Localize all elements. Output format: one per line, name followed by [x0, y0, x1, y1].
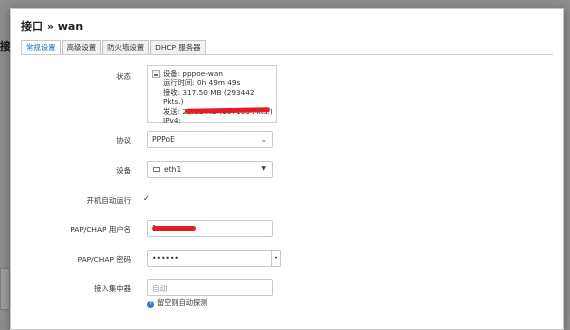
tab-advanced[interactable]: 高级设置 [61, 40, 102, 55]
reveal-password-button[interactable]: • [271, 250, 281, 267]
redaction-mark [152, 226, 196, 231]
chevron-down-icon: ⌄ [260, 135, 267, 144]
username-label: PAP/CHAP 用户名 [70, 225, 131, 234]
protocol-value: PPPoE [152, 135, 175, 144]
status-device: 设备: pppoe-wan [163, 69, 223, 78]
tab-bar: 常规设置 高级设置 防火墙设置 DHCP 服务器 [21, 40, 207, 55]
autostart-label: 开机自动运行 [86, 196, 131, 205]
password-value: •••••• [152, 254, 179, 263]
ethernet-port-icon [152, 70, 160, 78]
username-input[interactable]: 1 [147, 220, 273, 237]
concentrator-hint: ? 留空则自动探测 [147, 298, 207, 308]
concentrator-input[interactable]: 自动 [147, 279, 273, 296]
status-uptime: 运行时间: 0h 49m 49s [163, 78, 241, 88]
concentrator-label: 接入集中器 [94, 284, 131, 293]
caret-down-icon: ▼ [261, 165, 266, 172]
autostart-checkbox[interactable]: ✓ [143, 194, 151, 203]
concentrator-hint-text: 留空则自动探测 [157, 298, 208, 307]
status-box: 设备: pppoe-wan 运行时间: 0h 49m 49s 接收: 317.5… [147, 65, 277, 125]
device-label: 设备 [116, 166, 131, 175]
device-value: eth1 [164, 165, 182, 174]
status-ipv4: IPv4: [163, 116, 181, 126]
tab-general[interactable]: 常规设置 [21, 40, 61, 55]
dialog-title: 接口 » wan [21, 20, 84, 33]
concentrator-placeholder: 自动 [152, 284, 168, 293]
tab-divider [21, 54, 553, 55]
password-input[interactable]: •••••• [147, 250, 273, 267]
protocol-select[interactable]: PPPoE ⌄ [147, 131, 273, 148]
status-rx: 接收: 317.50 MB (293442 Pkts.) [163, 87, 255, 107]
tab-dhcp[interactable]: DHCP 服务器 [150, 40, 206, 55]
interface-dialog: 接口 » wan 常规设置 高级设置 防火墙设置 DHCP 服务器 状态 设备:… [10, 8, 564, 330]
device-select[interactable]: eth1 ▼ [147, 161, 273, 178]
ethernet-icon [153, 167, 160, 172]
tab-firewall[interactable]: 防火墙设置 [102, 40, 150, 55]
status-label: 状态 [116, 72, 131, 81]
protocol-label: 协议 [116, 136, 131, 145]
status-text: 设备: pppoe-wan 运行时间: 0h 49m 49s 接收: 317.5… [163, 69, 276, 125]
password-label: PAP/CHAP 密码 [77, 255, 131, 264]
help-icon: ? [147, 301, 154, 308]
